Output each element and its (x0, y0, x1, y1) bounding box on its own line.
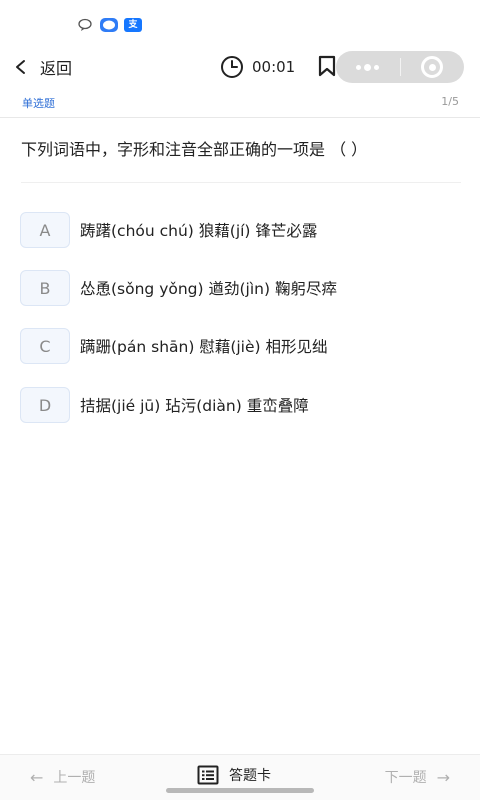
bottom-bar: ← 上一题 答题卡 下一题 → (0, 754, 480, 800)
option-text: 蹒跚(pán shān) 慰藉(jiè) 相形见绌 (80, 338, 328, 356)
clock-icon (221, 56, 243, 78)
option-b[interactable]: B 怂恿(sǒng yǒng) 遒劲(jìn) 鞠躬尽瘁 (20, 269, 460, 307)
option-letter: C (20, 328, 70, 364)
question-type-label: 单选题 (22, 97, 55, 110)
question-meta-row: 单选题 1/5 (0, 92, 480, 118)
nav-bar: 返回 00:01 (0, 44, 480, 90)
prev-question-button[interactable]: ← 上一题 (30, 767, 95, 787)
chevron-left-icon (16, 60, 25, 74)
option-text: 拮据(jié jū) 玷污(diàn) 重峦叠障 (80, 397, 309, 415)
option-c[interactable]: C 蹒跚(pán shān) 慰藉(jiè) 相形见绌 (20, 327, 460, 365)
more-button[interactable] (336, 51, 400, 83)
close-mini-program-button[interactable] (401, 51, 465, 83)
option-letter: B (20, 270, 70, 306)
option-letter: D (20, 387, 70, 423)
option-text: 怂恿(sǒng yǒng) 遒劲(jìn) 鞠躬尽瘁 (80, 280, 337, 298)
home-indicator[interactable] (166, 788, 314, 793)
timer-text: 00:01 (252, 58, 296, 76)
option-letter: A (20, 212, 70, 248)
prev-question-label: 上一题 (53, 770, 96, 786)
next-question-label: 下一题 (384, 770, 427, 786)
question-divider (21, 182, 461, 183)
list-icon (197, 765, 219, 785)
option-a[interactable]: A 踌躇(chóu chú) 狼藉(jí) 锋芒必露 (20, 211, 460, 249)
question-text: 下列词语中，字形和注音全部正确的一项是 （ ） (21, 140, 368, 159)
option-text: 踌躇(chóu chú) 狼藉(jí) 锋芒必露 (80, 222, 318, 240)
option-d[interactable]: D 拮据(jié jū) 玷污(diàn) 重峦叠障 (20, 386, 460, 424)
back-label: 返回 (40, 59, 73, 78)
answer-card-label: 答题卡 (229, 768, 271, 784)
answer-card-button[interactable]: 答题卡 (197, 765, 271, 785)
arrow-left-icon: ← (30, 767, 44, 787)
bookmark-icon[interactable] (318, 55, 336, 77)
chat-app-icon (100, 18, 118, 32)
arrow-right-icon: → (436, 767, 450, 787)
mini-program-capsule (336, 51, 464, 83)
more-dots-icon (356, 63, 380, 71)
timer: 00:01 (220, 54, 295, 80)
status-bar: 支 (0, 0, 480, 44)
alipay-icon: 支 (124, 18, 142, 32)
question-progress: 1/5 (441, 95, 459, 108)
back-button[interactable]: 返回 (14, 54, 72, 80)
next-question-button[interactable]: 下一题 → (385, 767, 450, 787)
target-circle-icon (421, 56, 444, 78)
message-bubble-icon (78, 18, 94, 32)
